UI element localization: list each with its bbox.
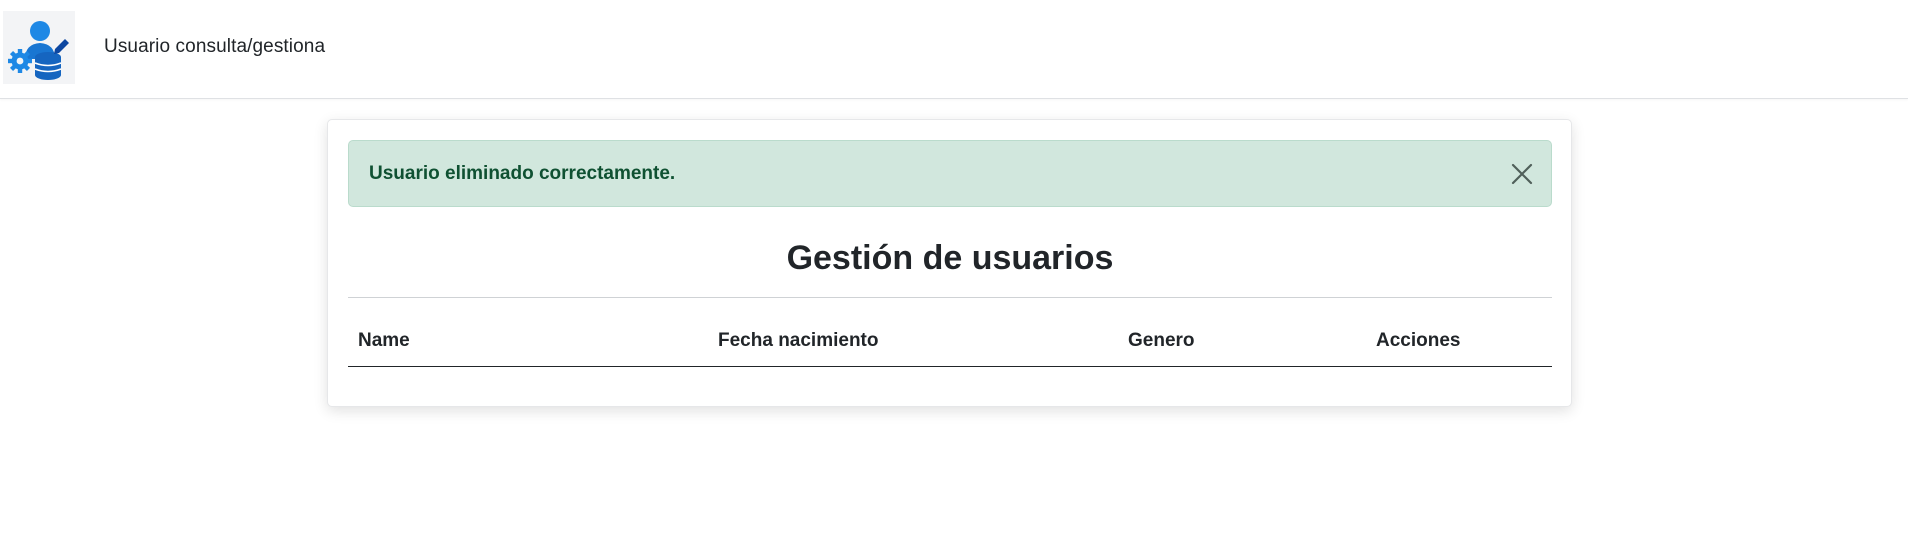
page-title: Gestión de usuarios bbox=[786, 239, 1114, 277]
app-logo[interactable] bbox=[3, 11, 75, 84]
column-header-gender[interactable]: Genero bbox=[1128, 330, 1195, 352]
app-title: Usuario consulta/gestiona bbox=[104, 36, 326, 57]
alert-close-button[interactable] bbox=[1509, 161, 1535, 187]
navbar: Usuario consulta/gestiona bbox=[0, 0, 1908, 99]
divider bbox=[348, 297, 1552, 298]
column-header-name[interactable]: Name bbox=[358, 330, 410, 352]
column-header-actions: Acciones bbox=[1376, 330, 1461, 351]
success-alert: Usuario eliminado correctamente. bbox=[348, 140, 1552, 207]
column-header-birthdate[interactable]: Fecha nacimiento bbox=[718, 330, 879, 352]
user-settings-database-icon bbox=[8, 21, 69, 80]
users-table-header: Name Fecha nacimiento Genero Acciones bbox=[348, 330, 1552, 367]
alert-message: Usuario eliminado correctamente. bbox=[369, 163, 676, 184]
main-card: Usuario eliminado correctamente. Gestión… bbox=[327, 119, 1572, 407]
close-icon bbox=[1511, 163, 1533, 185]
